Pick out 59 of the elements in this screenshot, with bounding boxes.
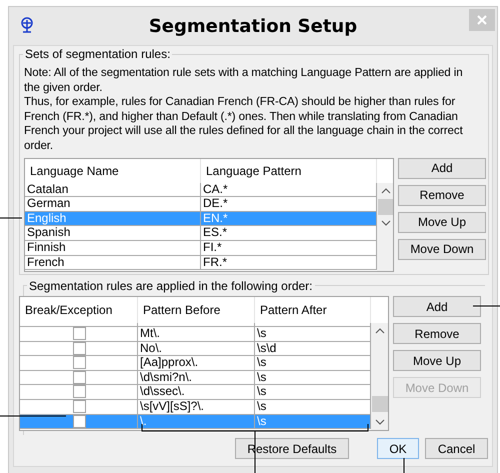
action-button[interactable]: Add — [398, 158, 486, 179]
group-label: Segmentation rules are applied in the following order: — [27, 279, 315, 293]
action-button[interactable]: Remove — [393, 323, 481, 344]
scroll-up-icon[interactable] — [381, 188, 391, 194]
scroll-down-icon[interactable] — [375, 419, 385, 425]
table-cell: \. — [138, 414, 255, 428]
table-row[interactable]: \d\ssec\. \s — [20, 385, 371, 400]
close-button[interactable] — [469, 9, 495, 31]
table-row[interactable]: Mt\. \s — [20, 327, 371, 342]
table-cell: \d\smi?n\. — [138, 370, 255, 384]
action-button[interactable]: Add — [393, 296, 481, 317]
table-cell: No\. — [138, 342, 255, 356]
table-cell: \d\ssec\. — [138, 385, 255, 399]
table-cell: \s[vV][sS]?\. — [138, 400, 255, 414]
scrollbar[interactable] — [377, 182, 393, 271]
note-text: Thus, for example, rules for Canadian French (FR-CA) should be higher than rules for French (FR.*), and higher than Default (.*) ones. Then while translating from Canadian French your project will use all the rules defined for all the language chain in the correct order. — [24, 95, 464, 154]
checkbox[interactable] — [73, 400, 86, 413]
table-row[interactable]: French FR.* — [25, 256, 377, 270]
table-cell: Mt\. — [138, 327, 255, 341]
window-title: Segmentation Setup — [148, 16, 358, 36]
table-cell: English — [25, 212, 201, 226]
table-row[interactable]: No\. \s\d — [20, 342, 371, 356]
checkbox[interactable] — [73, 414, 86, 428]
table-cell: French — [25, 256, 201, 270]
column-header[interactable]: Language Pattern — [201, 158, 377, 183]
scrollbar-thumb[interactable] — [372, 396, 388, 412]
table-row[interactable]: \d\smi?n\. \s — [20, 370, 371, 386]
table-cell: [Aa]pprox\. — [138, 356, 255, 370]
column-header[interactable]: Pattern Before — [138, 297, 255, 323]
table-cell: Finnish — [25, 240, 201, 255]
column-header[interactable]: Pattern After — [255, 297, 371, 323]
checkbox[interactable] — [73, 327, 86, 340]
group-label: Sets of segmentation rules: — [23, 47, 172, 61]
action-button[interactable]: Remove — [398, 184, 486, 206]
action-button[interactable]: Move Up — [393, 350, 481, 371]
column-header[interactable]: Language Name — [25, 158, 201, 183]
column-header[interactable]: Break/Exception — [20, 297, 138, 323]
table-cell: German — [25, 197, 201, 211]
checkbox[interactable] — [73, 385, 86, 398]
action-button[interactable]: Move Down — [398, 238, 486, 260]
table-row[interactable]: Catalan CA.* — [25, 182, 377, 198]
scroll-up-icon[interactable] — [375, 328, 385, 334]
table-cell: Catalan — [25, 182, 201, 196]
table-row[interactable]: [Aa]pprox\. \s — [20, 356, 371, 371]
dialog-button[interactable]: OK — [377, 438, 419, 459]
close-icon — [477, 15, 487, 25]
table-row[interactable]: Finnish FI.* — [25, 240, 377, 256]
dialog-button[interactable]: Cancel — [425, 438, 488, 459]
checkbox[interactable] — [73, 342, 86, 355]
scroll-down-icon[interactable] — [381, 220, 391, 226]
app-icon — [20, 17, 34, 33]
table-cell: Spanish — [25, 226, 201, 240]
table-row[interactable]: Spanish ES.* — [25, 226, 377, 241]
scrollbar[interactable] — [371, 323, 388, 430]
action-button[interactable]: Move Up — [398, 212, 486, 233]
checkbox[interactable] — [73, 356, 86, 370]
scrollbar-thumb[interactable] — [378, 198, 393, 215]
checkbox[interactable] — [73, 370, 86, 384]
note-text: Note: All of the segmentation rule sets with a matching Language Pattern are applied in the given order. — [24, 66, 464, 96]
